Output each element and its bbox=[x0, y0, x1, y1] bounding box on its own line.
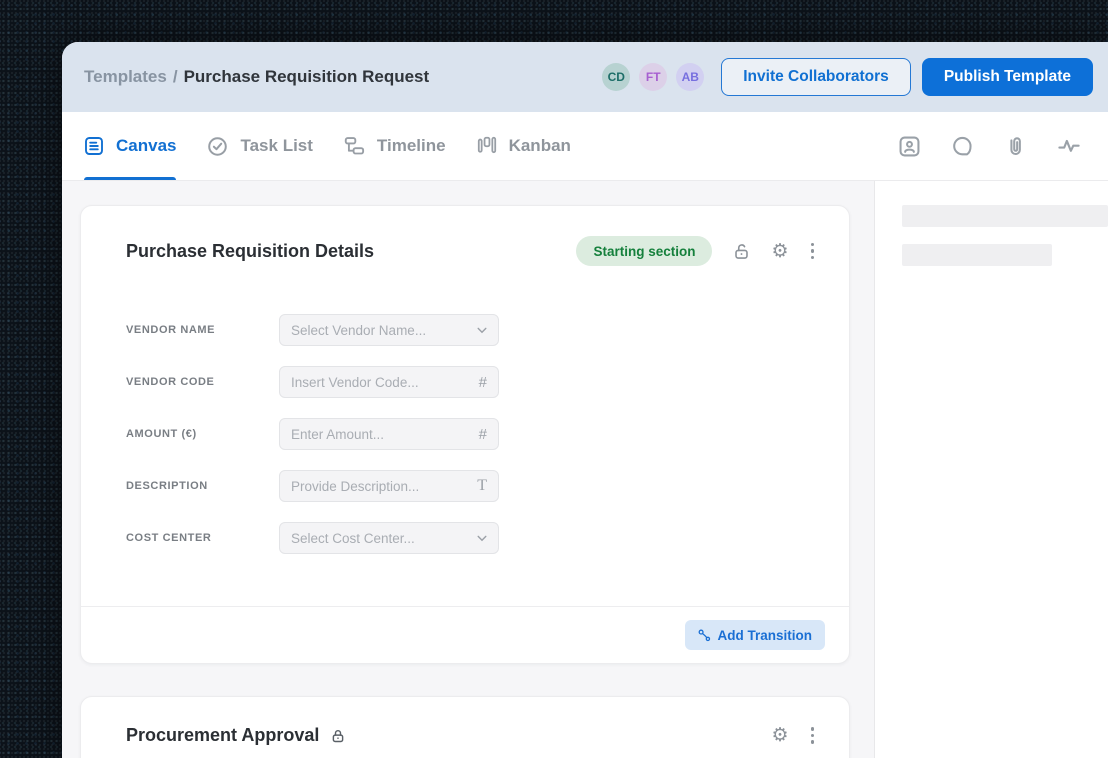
tab-task-list-label: Task List bbox=[240, 136, 312, 156]
kebab-menu-icon[interactable] bbox=[809, 241, 817, 262]
tab-timeline[interactable]: Timeline bbox=[344, 112, 446, 180]
field-label: VENDOR CODE bbox=[126, 376, 279, 388]
section-card-procurement-approval: Procurement Approval ⚙ bbox=[80, 696, 850, 758]
app-header: Templates / Purchase Requisition Request C… bbox=[62, 42, 1108, 112]
section-title: Purchase Requisition Details bbox=[126, 241, 374, 262]
avatar-ft[interactable]: FT bbox=[639, 63, 667, 91]
section-form: VENDOR NAME Select Vendor Name... VENDOR… bbox=[81, 266, 849, 554]
field-label: AMOUNT (€) bbox=[126, 428, 279, 440]
tab-kanban-label: Kanban bbox=[509, 136, 571, 156]
header-actions: CD FT AB Invite Collaborators Publish Te… bbox=[593, 58, 1093, 96]
description-input[interactable]: Provide Description... T bbox=[279, 470, 499, 502]
chevron-down-icon bbox=[477, 535, 487, 542]
cost-center-select[interactable]: Select Cost Center... bbox=[279, 522, 499, 554]
tab-canvas-label: Canvas bbox=[116, 136, 176, 156]
view-tab-bar: Canvas Task List Timeline bbox=[62, 112, 1108, 181]
content-area: Purchase Requisition Details Starting se… bbox=[62, 181, 1108, 758]
app-window: Templates / Purchase Requisition Request C… bbox=[62, 42, 1108, 758]
skeleton-bar bbox=[902, 244, 1052, 266]
number-icon: # bbox=[479, 374, 487, 391]
number-icon: # bbox=[479, 426, 487, 443]
page-title: Purchase Requisition Request bbox=[184, 67, 430, 86]
section-header: Purchase Requisition Details Starting se… bbox=[81, 206, 849, 266]
side-panel bbox=[875, 181, 1108, 758]
field-row-vendor-code: VENDOR CODE Insert Vendor Code... # bbox=[126, 366, 849, 398]
tab-kanban[interactable]: Kanban bbox=[477, 112, 571, 180]
field-row-description: DESCRIPTION Provide Description... T bbox=[126, 470, 849, 502]
invite-collaborators-button[interactable]: Invite Collaborators bbox=[721, 58, 911, 96]
field-label: VENDOR NAME bbox=[126, 324, 279, 336]
text-type-icon: T bbox=[477, 477, 487, 495]
skeleton-bar bbox=[902, 205, 1108, 227]
amount-input[interactable]: Enter Amount... # bbox=[279, 418, 499, 450]
avatar-ab[interactable]: AB bbox=[676, 63, 704, 91]
comment-icon[interactable] bbox=[951, 135, 974, 158]
field-label: COST CENTER bbox=[126, 532, 279, 544]
activity-icon[interactable] bbox=[1057, 134, 1081, 158]
gear-icon[interactable]: ⚙ bbox=[771, 726, 788, 745]
unlock-icon[interactable] bbox=[732, 242, 751, 261]
breadcrumb-separator: / bbox=[173, 67, 178, 86]
transition-icon bbox=[698, 629, 711, 642]
attachment-icon[interactable] bbox=[1004, 135, 1027, 158]
contact-card-icon[interactable] bbox=[898, 135, 921, 158]
breadcrumb: Templates / Purchase Requisition Request bbox=[84, 67, 429, 87]
workflow-canvas: Purchase Requisition Details Starting se… bbox=[62, 181, 875, 758]
gear-icon[interactable]: ⚙ bbox=[771, 242, 788, 261]
add-transition-button[interactable]: Add Transition bbox=[685, 620, 826, 650]
timeline-icon bbox=[344, 136, 365, 157]
section-footer: Add Transition bbox=[81, 606, 849, 663]
tab-canvas[interactable]: Canvas bbox=[84, 112, 176, 180]
chevron-down-icon bbox=[477, 327, 487, 334]
field-row-amount: AMOUNT (€) Enter Amount... # bbox=[126, 418, 849, 450]
tab-timeline-label: Timeline bbox=[377, 136, 446, 156]
field-label: DESCRIPTION bbox=[126, 480, 279, 492]
vendor-name-select[interactable]: Select Vendor Name... bbox=[279, 314, 499, 346]
lock-icon bbox=[330, 728, 346, 744]
kebab-menu-icon[interactable] bbox=[809, 725, 817, 746]
section-card-purchase-requisition-details: Purchase Requisition Details Starting se… bbox=[80, 205, 850, 664]
kanban-icon bbox=[477, 136, 497, 156]
vendor-code-input[interactable]: Insert Vendor Code... # bbox=[279, 366, 499, 398]
starting-section-badge: Starting section bbox=[576, 236, 712, 266]
avatar-cd[interactable]: CD bbox=[602, 63, 630, 91]
breadcrumb-templates[interactable]: Templates bbox=[84, 67, 167, 86]
section-title: Procurement Approval bbox=[126, 725, 319, 746]
section-header: Procurement Approval ⚙ bbox=[81, 697, 849, 746]
canvas-icon bbox=[84, 136, 104, 156]
publish-template-button[interactable]: Publish Template bbox=[922, 58, 1093, 96]
field-row-cost-center: COST CENTER Select Cost Center... bbox=[126, 522, 849, 554]
task-list-icon bbox=[207, 136, 228, 157]
utility-toolbar bbox=[898, 134, 1081, 158]
tab-task-list[interactable]: Task List bbox=[207, 112, 312, 180]
field-row-vendor-name: VENDOR NAME Select Vendor Name... bbox=[126, 314, 849, 346]
